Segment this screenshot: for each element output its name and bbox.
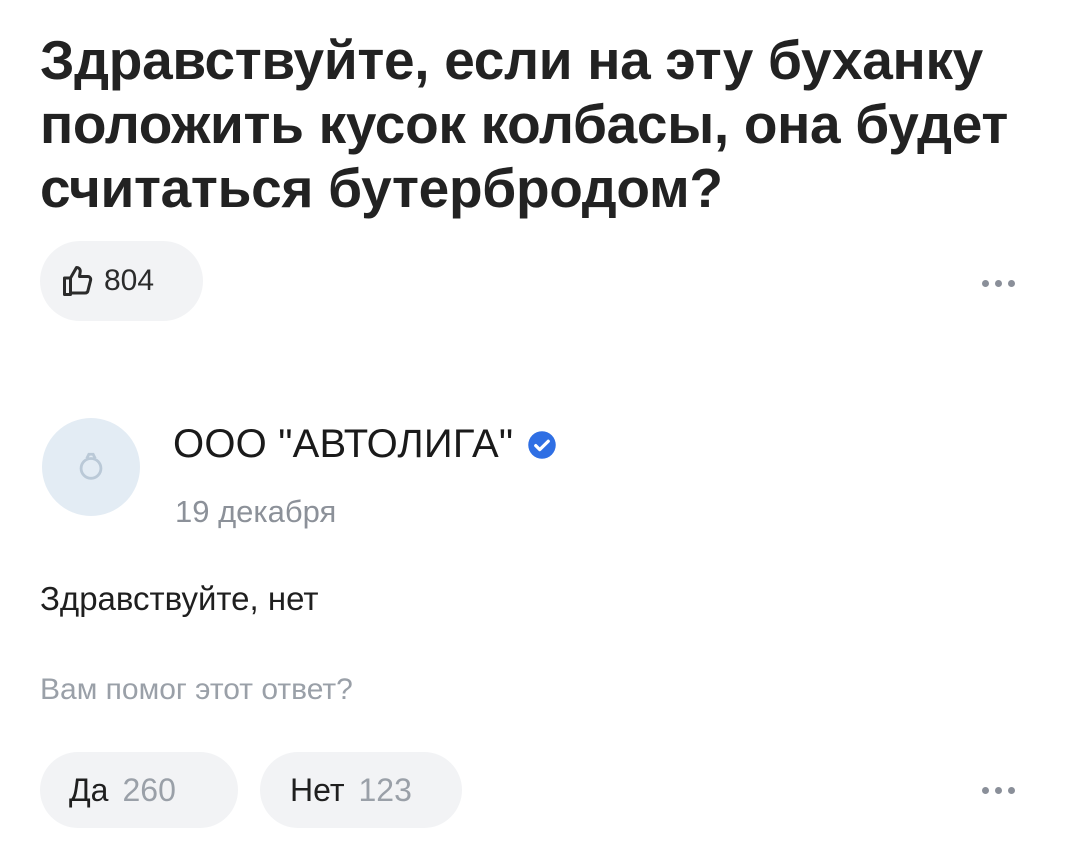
vote-yes-label: Да	[69, 771, 109, 808]
avatar[interactable]	[42, 418, 140, 516]
more-dots-icon	[994, 786, 1002, 794]
answer-date: 19 декабря	[175, 494, 337, 529]
like-button[interactable]: 804	[40, 241, 203, 321]
vote-no-label: Нет	[290, 771, 345, 808]
helpful-question: Вам помог этот ответ?	[40, 673, 353, 706]
verified-check-icon	[528, 430, 557, 459]
question-more-button[interactable]	[968, 268, 1028, 298]
author-row: ООО "АВТОЛИГА"	[173, 422, 557, 467]
more-dots-icon	[1007, 279, 1015, 287]
author-name[interactable]: ООО "АВТОЛИГА"	[173, 422, 513, 467]
more-dots-icon	[981, 786, 989, 794]
more-dots-icon	[1007, 786, 1015, 794]
like-count: 804	[104, 264, 155, 297]
answer-more-button[interactable]	[968, 775, 1028, 805]
avatar-placeholder-icon	[79, 452, 103, 480]
vote-no-count: 123	[358, 771, 412, 808]
qa-page: Здравствуйте, если на эту буханку положи…	[0, 0, 1080, 866]
more-dots-icon	[994, 279, 1002, 287]
answer-text: Здравствуйте, нет	[40, 580, 319, 617]
vote-yes-button[interactable]: Да 260	[40, 752, 238, 828]
more-dots-icon	[981, 279, 989, 287]
vote-yes-count: 260	[122, 771, 176, 808]
question-title: Здравствуйте, если на эту буханку положи…	[40, 29, 1008, 219]
thumbs-up-icon	[63, 266, 93, 296]
vote-no-button[interactable]: Нет 123	[260, 752, 462, 828]
